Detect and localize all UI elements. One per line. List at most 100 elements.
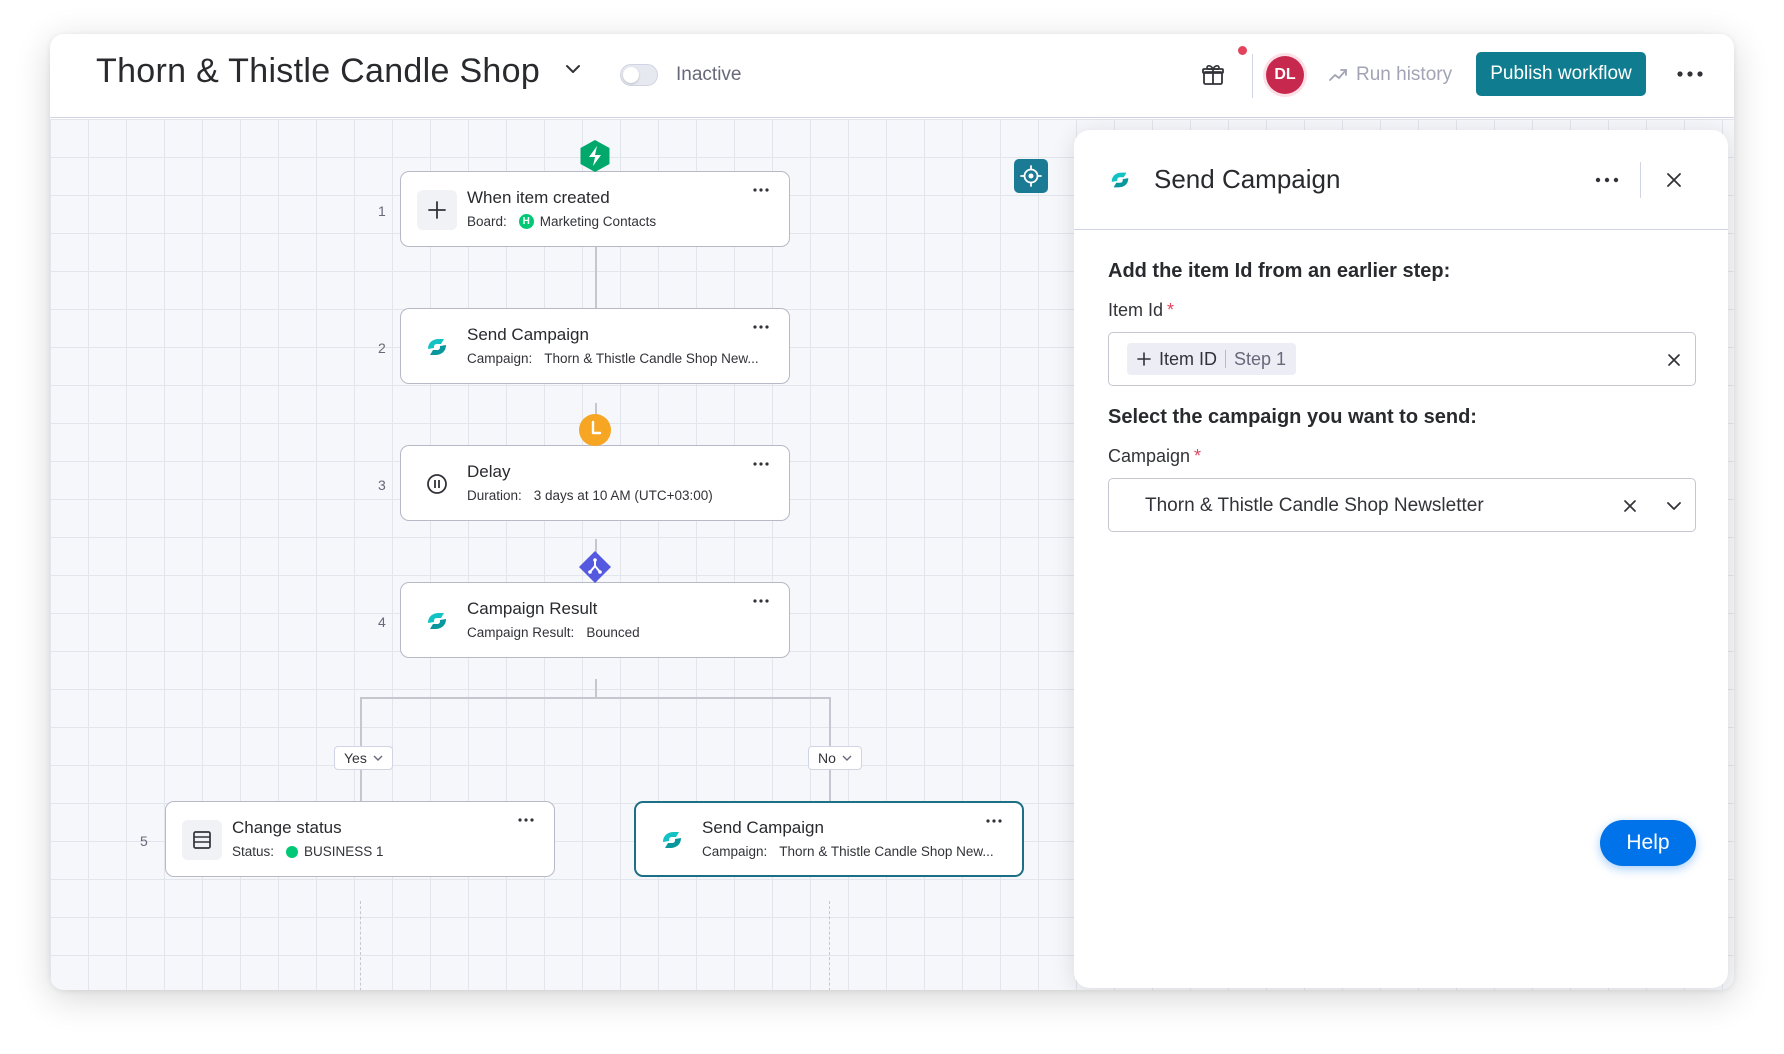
branch-yes-pill[interactable]: Yes — [334, 746, 393, 770]
plus-icon — [1137, 352, 1151, 366]
step-sub-value: Thorn & Thistle Candle Shop New... — [544, 351, 759, 366]
status-column-icon — [182, 820, 222, 860]
campaign-select-value: Thorn & Thistle Candle Shop Newsletter — [1145, 495, 1484, 516]
step-sub-label: Board: — [467, 214, 507, 229]
node-more-icon[interactable] — [751, 321, 771, 333]
item-id-label: Item Id * — [1108, 300, 1174, 321]
branch-icon — [579, 551, 611, 583]
step-number: 3 — [378, 477, 386, 493]
board-icon: H — [518, 214, 534, 229]
step-title: Change status — [232, 818, 342, 837]
campaign-select[interactable]: Thorn & Thistle Candle Shop Newsletter — [1108, 478, 1696, 532]
step-subtitle: Status: BUSINESS 1 — [232, 844, 384, 859]
node-more-icon[interactable] — [516, 814, 536, 826]
campaign-logo-icon — [1111, 172, 1129, 188]
step-sub-value: Marketing Contacts — [539, 214, 657, 229]
campaign-label-text: Campaign — [1108, 446, 1191, 466]
step-card-delay[interactable]: Delay Duration: 3 days at 10 AM (UTC+03:… — [400, 445, 790, 521]
step-subtitle: Board: H Marketing Contacts — [467, 214, 656, 229]
step-title: Send Campaign — [467, 325, 589, 344]
divider — [1640, 162, 1641, 198]
step-subtitle: Campaign: Thorn & Thistle Candle Shop Ne… — [467, 351, 759, 366]
campaign-logo-icon — [417, 601, 457, 641]
more-options-icon[interactable] — [1674, 64, 1706, 84]
step-sub-value: Bounced — [586, 625, 640, 640]
step-sub-label: Status: — [232, 844, 275, 859]
step-subtitle: Duration: 3 days at 10 AM (UTC+03:00) — [467, 488, 713, 503]
required-mark: * — [1167, 300, 1175, 320]
chip-name: Item ID — [1159, 348, 1218, 369]
campaign-logo-icon — [417, 327, 457, 367]
pause-icon — [417, 464, 457, 504]
node-more-icon[interactable] — [751, 184, 771, 196]
chevron-down-icon[interactable] — [562, 58, 584, 80]
crosshair-icon — [1020, 165, 1042, 187]
more-options-icon[interactable] — [1594, 174, 1620, 186]
workflow-title[interactable]: Thorn & Thistle Candle Shop — [96, 52, 540, 91]
campaign-label: Campaign * — [1108, 446, 1201, 467]
step-number: 5 — [140, 833, 148, 849]
chevron-down-icon[interactable] — [1665, 497, 1683, 515]
section-heading-campaign: Select the campaign you want to send: — [1108, 406, 1477, 428]
step-sub-label: Duration: — [467, 488, 522, 503]
trend-icon — [1329, 69, 1347, 81]
step-card-send-campaign[interactable]: Send Campaign Campaign: Thorn & Thistle … — [400, 308, 790, 384]
chevron-down-icon — [842, 755, 852, 761]
step-number: 2 — [378, 340, 386, 356]
clear-icon[interactable] — [1665, 351, 1683, 369]
step-sub-value: 3 days at 10 AM (UTC+03:00) — [533, 488, 713, 503]
step-sub-label: Campaign: — [467, 351, 533, 366]
connector — [360, 901, 361, 990]
panel-header: Send Campaign — [1074, 130, 1728, 230]
toggle-label: Inactive — [676, 64, 742, 85]
node-more-icon[interactable] — [984, 815, 1004, 827]
help-button[interactable]: Help — [1600, 820, 1696, 866]
campaign-logo-icon — [652, 820, 692, 860]
step-sub-label: Campaign: — [702, 844, 768, 859]
node-more-icon[interactable] — [751, 458, 771, 470]
branch-no-pill[interactable]: No — [808, 746, 862, 770]
run-history-label: Run history — [1356, 64, 1453, 85]
close-icon[interactable] — [1664, 170, 1684, 190]
step-title: Delay — [467, 462, 511, 481]
recenter-button[interactable] — [1014, 159, 1048, 193]
lightning-icon — [580, 140, 610, 172]
step-title: When item created — [467, 188, 610, 207]
header: Thorn & Thistle Candle Shop Inactive DL … — [50, 34, 1734, 118]
step-sub-value: BUSINESS 1 — [304, 844, 384, 859]
panel-title: Send Campaign — [1154, 164, 1341, 194]
branch-no-label: No — [818, 750, 836, 766]
step-card-send-campaign-selected[interactable]: Send Campaign Campaign: Thorn & Thistle … — [634, 801, 1024, 877]
connector — [595, 247, 597, 312]
clear-icon[interactable] — [1621, 497, 1639, 515]
step-sub-value: Thorn & Thistle Candle Shop New... — [779, 844, 994, 859]
step-subtitle: Campaign: Thorn & Thistle Candle Shop Ne… — [702, 844, 994, 859]
step-card-campaign-result[interactable]: Campaign Result Campaign Result: Bounced — [400, 582, 790, 658]
step-number: 4 — [378, 614, 386, 630]
step-card-trigger[interactable]: When item created Board: H Marketing Con… — [400, 171, 790, 247]
chip-step: Step 1 — [1234, 348, 1287, 369]
step-subtitle: Campaign Result: Bounced — [467, 625, 640, 640]
connector — [360, 697, 830, 699]
item-id-label-text: Item Id — [1108, 300, 1164, 320]
active-toggle[interactable] — [620, 64, 658, 86]
connector — [595, 679, 597, 697]
status-dot-icon — [286, 845, 299, 858]
required-mark: * — [1194, 446, 1202, 466]
avatar[interactable]: DL — [1266, 56, 1304, 94]
item-id-chip[interactable]: Item ID Step 1 — [1127, 343, 1297, 375]
app-window: Thorn & Thistle Candle Shop Inactive DL … — [50, 34, 1734, 990]
publish-workflow-button[interactable]: Publish workflow — [1476, 52, 1646, 96]
gift-icon[interactable] — [1200, 62, 1226, 88]
divider — [1252, 54, 1253, 98]
item-id-field[interactable]: Item ID Step 1 — [1108, 332, 1696, 386]
node-more-icon[interactable] — [751, 595, 771, 607]
clock-icon — [579, 414, 611, 446]
run-history-button[interactable]: Run history — [1328, 64, 1452, 86]
step-card-change-status[interactable]: Change status Status: BUSINESS 1 — [165, 801, 555, 877]
plus-icon — [417, 190, 457, 230]
workflow-canvas[interactable]: 1 When item created Board: H Marketing C… — [50, 119, 1734, 990]
step-title: Campaign Result — [467, 599, 598, 618]
step-title: Send Campaign — [702, 818, 824, 837]
step-settings-panel: Send Campaign Add the item Id from an ea… — [1074, 130, 1728, 988]
